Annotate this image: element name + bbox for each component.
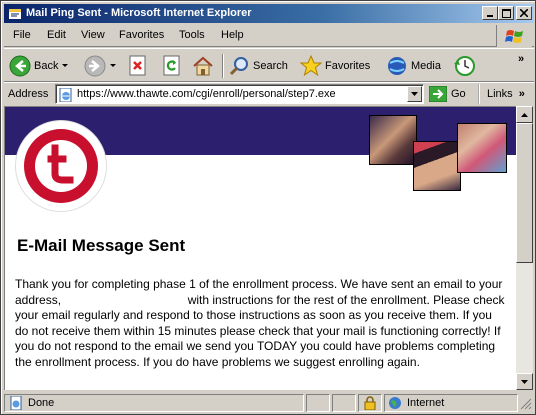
home-button[interactable] xyxy=(192,53,214,79)
toolbar-separator xyxy=(222,54,224,78)
media-icon xyxy=(388,57,406,75)
refresh-icon xyxy=(163,55,180,76)
page-done-icon xyxy=(10,396,22,410)
links-chevron-icon: » xyxy=(518,88,525,100)
title-bar[interactable]: Mail Ping Sent - Microsoft Internet Expl… xyxy=(4,4,534,23)
home-icon xyxy=(193,56,213,76)
favorites-label: Favorites xyxy=(325,60,371,72)
favorites-button[interactable]: Favorites xyxy=(300,53,370,79)
banner-photos xyxy=(369,115,509,195)
lock-icon xyxy=(364,396,376,410)
photo-face-3 xyxy=(457,123,507,173)
refresh-button[interactable] xyxy=(162,53,182,79)
back-label: Back xyxy=(34,60,59,72)
forward-arrow-icon xyxy=(84,55,106,77)
scroll-thumb[interactable] xyxy=(516,123,533,263)
menu-help[interactable]: Help xyxy=(221,29,244,41)
address-label: Address xyxy=(8,88,49,100)
stop-icon xyxy=(129,55,146,76)
status-panel-2 xyxy=(332,394,356,412)
forward-button[interactable] xyxy=(84,53,117,79)
go-label: Go xyxy=(451,88,466,100)
scroll-down-icon xyxy=(521,379,528,384)
media-button[interactable]: Media xyxy=(386,53,441,79)
scroll-up-icon xyxy=(521,112,528,117)
menu-file[interactable]: File xyxy=(13,29,31,41)
go-arrow-icon xyxy=(429,86,447,102)
page-heading: E-Mail Message Sent xyxy=(17,236,186,255)
ie-icon xyxy=(7,6,22,21)
stop-button[interactable] xyxy=(128,53,148,79)
menu-tools[interactable]: Tools xyxy=(179,29,205,41)
photo-face-1 xyxy=(369,115,417,165)
star-icon xyxy=(300,55,322,77)
address-url: https://www.thawte.com/cgi/enroll/person… xyxy=(77,88,336,100)
windows-logo-icon xyxy=(496,25,532,47)
scroll-down-button[interactable] xyxy=(516,373,533,390)
status-text-panel: Done xyxy=(4,394,304,412)
menu-bar: File Edit View Favorites Tools Help xyxy=(4,25,534,47)
minimize-icon xyxy=(487,15,493,17)
back-arrow-icon xyxy=(9,55,31,77)
page-content: E-Mail Message Sent Thank you for comple… xyxy=(4,106,516,390)
toolbar-overflow-chevron-icon[interactable]: » xyxy=(518,53,524,65)
thawte-logo xyxy=(16,121,106,211)
minimize-button[interactable] xyxy=(482,6,498,20)
menu-edit[interactable]: Edit xyxy=(47,29,66,41)
back-dropdown-icon[interactable] xyxy=(61,63,69,69)
history-icon xyxy=(454,56,475,76)
menu-view[interactable]: View xyxy=(81,29,105,41)
lock-panel xyxy=(358,394,382,412)
scroll-up-button[interactable] xyxy=(516,106,533,123)
address-dropdown-button[interactable] xyxy=(407,86,422,102)
standard-toolbar: Back Search Favorites Media » xyxy=(4,48,534,82)
links-toolbar[interactable]: Links » xyxy=(478,84,534,104)
search-label: Search xyxy=(253,60,288,72)
search-icon xyxy=(229,57,248,76)
chevron-down-icon xyxy=(411,92,418,96)
photo-face-2 xyxy=(413,141,461,191)
zone-text: Internet xyxy=(407,397,445,409)
status-text: Done xyxy=(28,397,55,409)
status-panel-1 xyxy=(306,394,330,412)
links-label: Links xyxy=(487,88,513,100)
forward-dropdown-icon xyxy=(110,64,116,67)
vertical-scrollbar[interactable] xyxy=(516,106,533,390)
maximize-button[interactable] xyxy=(498,6,514,20)
media-label: Media xyxy=(411,60,441,72)
zone-panel: Internet xyxy=(384,394,518,412)
status-bar: Done Internet xyxy=(4,393,534,413)
paragraph-part-2: with instructions for the rest of the en… xyxy=(15,292,505,369)
search-button[interactable]: Search xyxy=(228,53,288,79)
maximize-icon xyxy=(501,8,511,18)
window-title: Mail Ping Sent - Microsoft Internet Expl… xyxy=(26,7,252,19)
page-icon xyxy=(59,87,73,105)
back-button[interactable]: Back xyxy=(9,53,69,79)
history-button[interactable] xyxy=(452,53,476,79)
confirmation-paragraph: Thank you for completing phase 1 of the … xyxy=(15,277,505,370)
close-button[interactable] xyxy=(516,6,532,20)
resize-grip-icon[interactable] xyxy=(520,398,532,410)
menu-favorites[interactable]: Favorites xyxy=(119,29,164,41)
close-icon xyxy=(520,9,528,17)
globe-icon xyxy=(389,397,401,409)
browser-window: Mail Ping Sent - Microsoft Internet Expl… xyxy=(0,0,536,415)
go-button[interactable]: Go xyxy=(429,84,466,104)
address-input[interactable]: https://www.thawte.com/cgi/enroll/person… xyxy=(55,84,424,104)
address-bar: Address https://www.thawte.com/cgi/enrol… xyxy=(4,82,534,104)
